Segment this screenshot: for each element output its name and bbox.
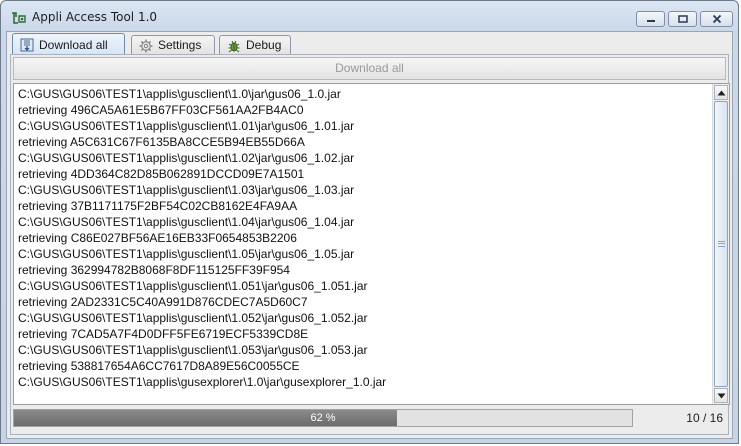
log-line: C:\GUS\GUS06\TEST1\applis\gusclient\1.05… [18, 247, 355, 261]
bug-icon [228, 40, 240, 53]
arrow-up-icon [717, 90, 726, 96]
log-text: C:\GUS\GUS06\TEST1\applis\gusclient\1.0\… [18, 86, 386, 390]
log-line: C:\GUS\GUS06\TEST1\applis\gusclient\1.03… [18, 183, 355, 197]
log-line: retrieving 362994782B8068F8DF115125FF39F… [18, 263, 290, 277]
log-line: C:\GUS\GUS06\TEST1\applis\gusclient\1.04… [18, 215, 355, 229]
close-icon [712, 14, 721, 24]
log-line: retrieving C86E027BF56AE16EB33F0654853B2… [18, 231, 297, 245]
title-bar[interactable]: Appli Access Tool 1.0 [1, 1, 738, 31]
log-line: C:\GUS\GUS06\TEST1\applis\gusclient\1.02… [18, 151, 355, 165]
tab-download-all[interactable]: Download all [12, 33, 125, 55]
minimize-button[interactable] [636, 11, 665, 27]
log-line: retrieving 496CA5A61E5B67FF03CF561AA2FB4… [18, 103, 304, 117]
tab-download-all-label: Download all [39, 38, 108, 52]
vertical-scrollbar[interactable] [712, 84, 729, 404]
maximize-button[interactable] [668, 11, 697, 27]
scroll-grip-icon [718, 241, 725, 247]
scroll-down-button[interactable] [714, 388, 728, 403]
log-line: retrieving 7CAD5A7F4D0DFF5FE6719ECF5339C… [18, 327, 309, 341]
minimize-icon [646, 20, 655, 22]
log-line: C:\GUS\GUS06\TEST1\applis\gusclient\1.05… [18, 311, 368, 325]
log-line: C:\GUS\GUS06\TEST1\applis\gusclient\1.0\… [18, 87, 341, 101]
download-panel: Download all C:\GUS\GUS06\TEST1\applis\g… [10, 54, 730, 435]
log-line: retrieving 4DD364C82D85B062891DCCD09E7A1… [18, 167, 305, 181]
download-all-button[interactable]: Download all [13, 57, 726, 80]
app-icon [12, 12, 26, 24]
scroll-up-button[interactable] [714, 85, 728, 100]
arrow-down-icon [717, 393, 726, 399]
log-line: C:\GUS\GUS06\TEST1\applis\gusexplorer\1.… [18, 375, 387, 389]
client-area: Download all Settings Debug Download all [6, 31, 733, 439]
log-line: retrieving 2AD2331C5C40A991D876CDEC7A5D6… [18, 295, 308, 309]
tab-settings[interactable]: Settings [131, 35, 215, 55]
log-area[interactable]: C:\GUS\GUS06\TEST1\applis\gusclient\1.0\… [13, 83, 730, 405]
close-button[interactable] [700, 11, 733, 27]
download-icon [20, 38, 34, 52]
progress-label: 62 % [310, 412, 336, 424]
file-counter: 10 / 16 [686, 411, 723, 425]
log-line: retrieving 37B1171175F2BF54C02CB8162E4FA… [18, 199, 298, 213]
log-line: C:\GUS\GUS06\TEST1\applis\gusclient\1.05… [18, 279, 368, 293]
log-line: C:\GUS\GUS06\TEST1\applis\gusclient\1.01… [18, 119, 355, 133]
log-line: C:\GUS\GUS06\TEST1\applis\gusclient\1.05… [18, 343, 368, 357]
window-title: Appli Access Tool 1.0 [32, 10, 158, 24]
tab-debug[interactable]: Debug [219, 35, 291, 55]
scroll-thumb[interactable] [714, 101, 728, 387]
tab-debug-label: Debug [246, 38, 282, 52]
app-window: Appli Access Tool 1.0 Download all Setti… [0, 0, 739, 444]
log-line: retrieving 538817654A6CC7617D8A89E56C005… [18, 359, 300, 373]
maximize-icon [677, 15, 688, 23]
progress-bar: 62 % [13, 409, 633, 427]
gear-icon [139, 39, 153, 53]
tab-settings-label: Settings [158, 38, 202, 52]
log-line: retrieving A5C631C67F6135BA8CCE5B94EB55D… [18, 135, 305, 149]
